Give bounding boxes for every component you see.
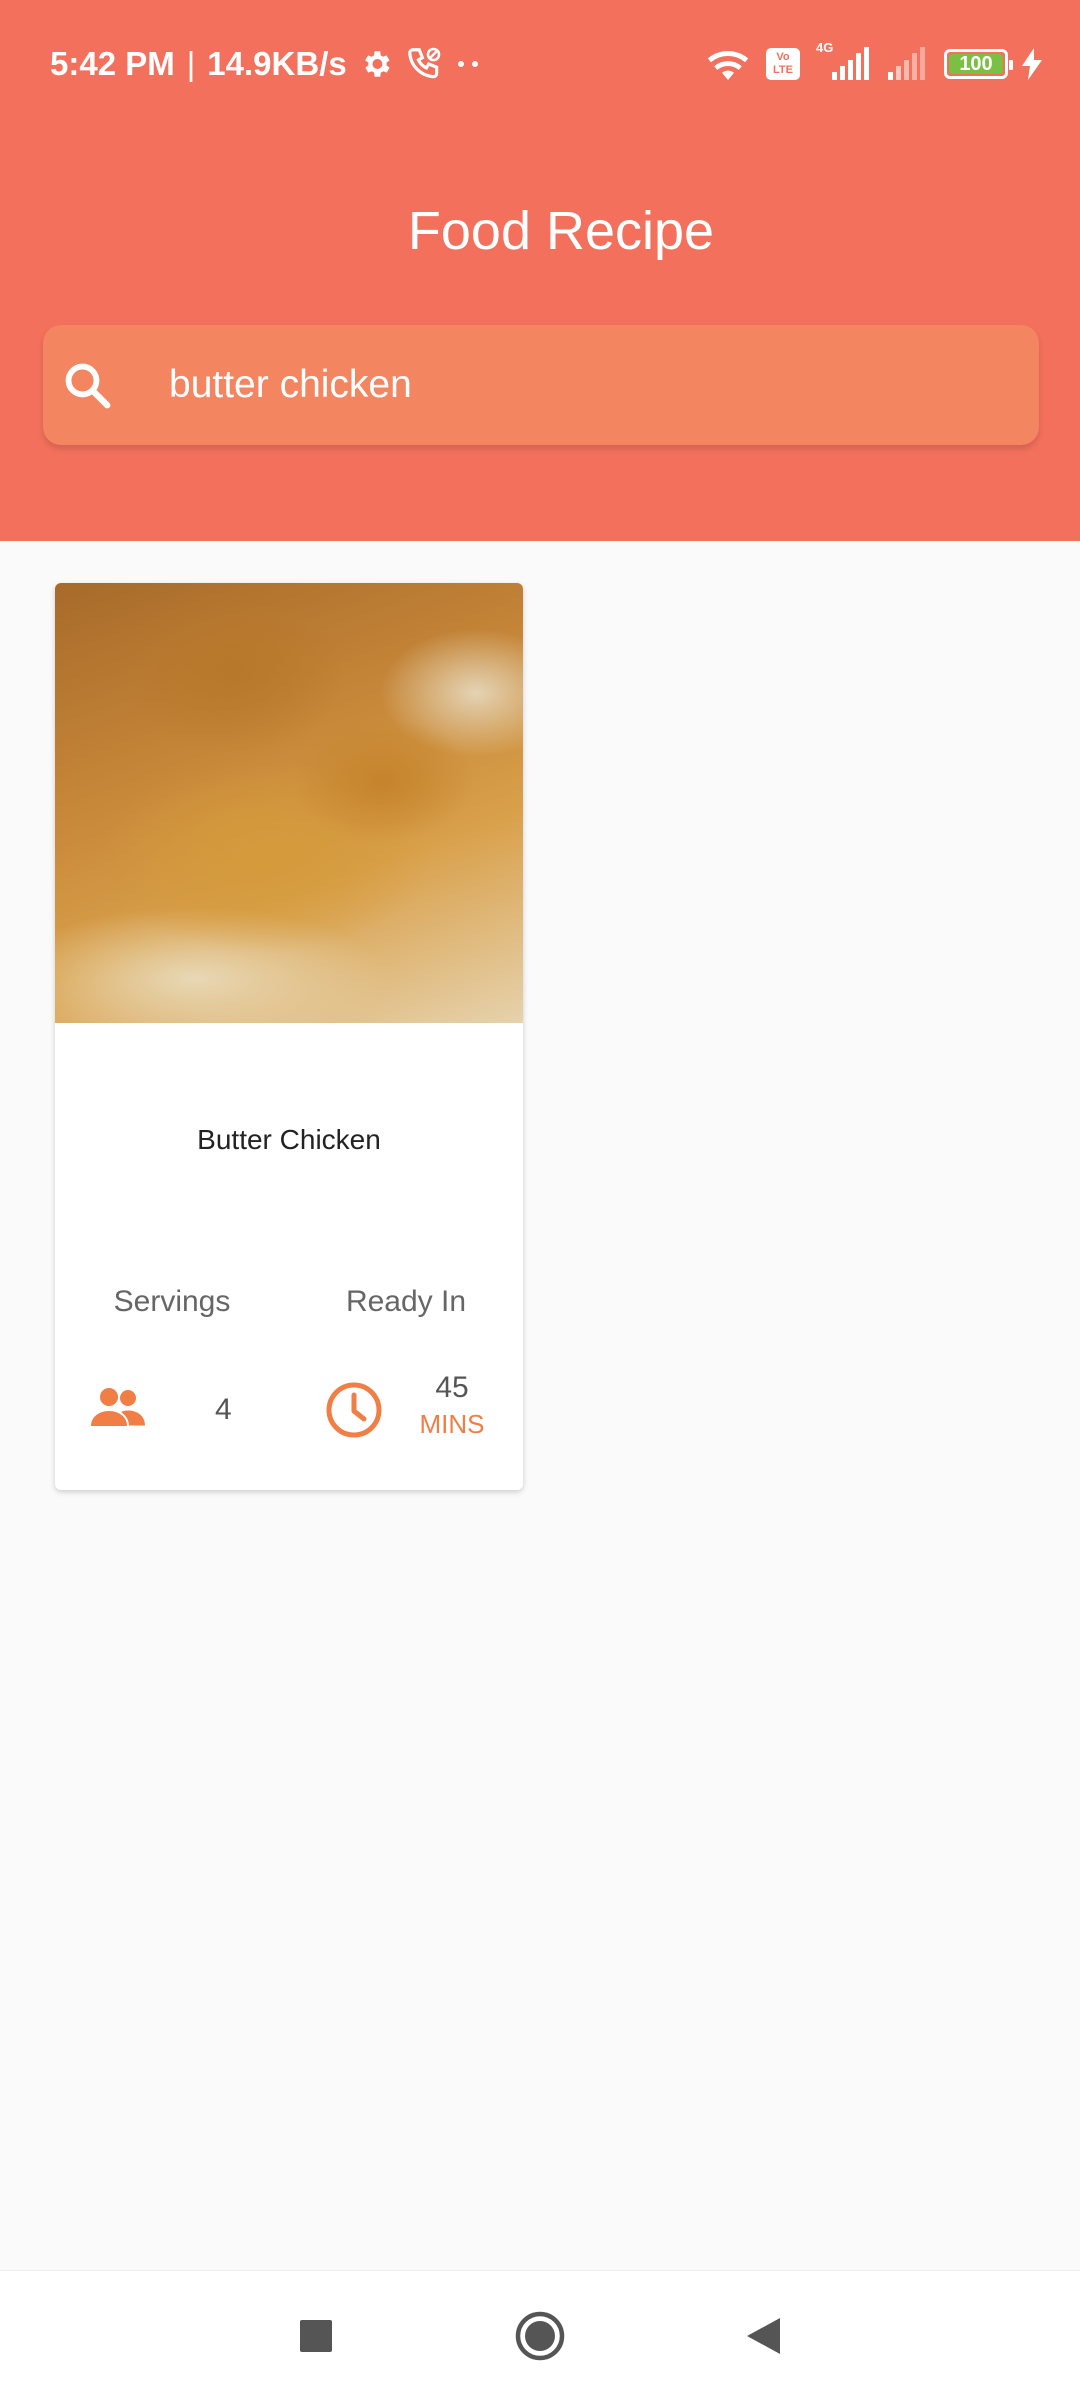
circle-icon — [515, 2311, 565, 2361]
search-bar[interactable] — [43, 325, 1039, 445]
search-icon[interactable] — [57, 355, 117, 415]
signal-weak-icon — [888, 47, 925, 80]
ready-section: Ready In 45 MINS — [289, 1253, 523, 1490]
servings-label: Servings — [113, 1285, 231, 1318]
status-left: 5:42 PM | 14.9KB/s — [50, 44, 483, 84]
search-input[interactable] — [169, 363, 969, 407]
gear-icon — [364, 51, 390, 77]
call-icon — [407, 47, 441, 79]
recents-button[interactable] — [279, 2299, 353, 2373]
ready-label: Ready In — [345, 1285, 467, 1318]
ready-unit: MINS — [419, 1409, 485, 1439]
servings-value: 4 — [215, 1393, 232, 1426]
square-icon — [300, 2320, 332, 2352]
app-header: 5:42 PM | 14.9KB/s Vo LTE 4G 100 Food Re… — [0, 0, 1080, 541]
signal-icon: 4G — [814, 40, 872, 82]
navigation-bar — [0, 2270, 1080, 2400]
page-title: Food Recipe — [407, 201, 715, 261]
ready-value: 45 MINS — [417, 1371, 487, 1440]
status-time: 5:42 PM — [50, 45, 175, 82]
home-button[interactable] — [503, 2299, 577, 2373]
status-right: Vo LTE 4G 100 — [704, 40, 1042, 84]
clock-icon — [326, 1382, 382, 1438]
volte-label: Vo LTE — [773, 51, 793, 76]
battery-icon: 100 — [944, 49, 1013, 79]
status-speed: 14.9KB/s — [207, 45, 347, 82]
dots-icon — [457, 61, 478, 67]
servings-section: Servings 4 — [55, 1253, 289, 1490]
recipe-image[interactable] — [55, 583, 523, 1023]
status-bar: 5:42 PM | 14.9KB/s Vo LTE 4G 100 — [0, 0, 1080, 130]
recipe-title: Butter Chicken — [197, 1124, 381, 1155]
wifi-icon — [707, 50, 749, 80]
ready-number: 45 — [435, 1371, 469, 1404]
back-button[interactable] — [726, 2299, 800, 2373]
back-triangle-icon — [747, 2318, 780, 2354]
status-separator: | — [186, 45, 196, 82]
battery-level: 100 — [949, 53, 1003, 75]
volte-icon: Vo LTE — [766, 48, 800, 80]
charging-icon — [1022, 48, 1042, 80]
recipe-card[interactable]: Butter Chicken Servings 4 Ready In 45 MI… — [55, 583, 523, 1490]
people-icon — [91, 1388, 145, 1426]
